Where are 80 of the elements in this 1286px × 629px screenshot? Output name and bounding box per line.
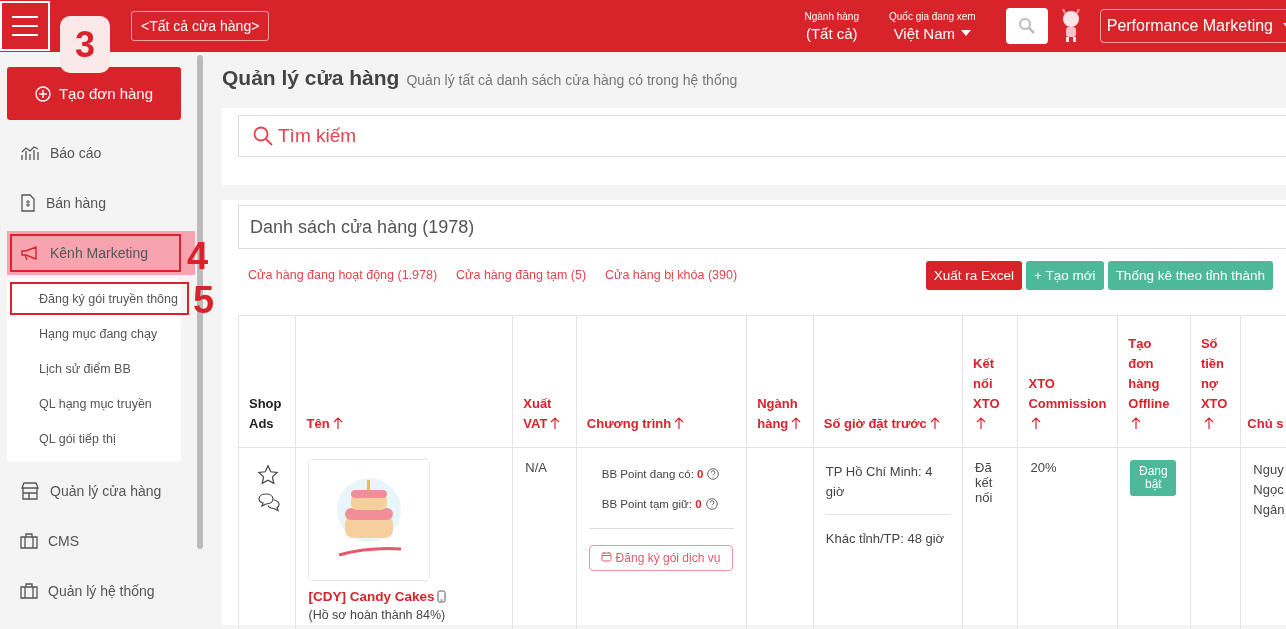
account-dropdown[interactable]: Performance Marketing bbox=[1099, 9, 1286, 43]
submenu-item[interactable]: Đăng ký gói truyền thông bbox=[7, 281, 181, 316]
sort-icon bbox=[929, 417, 940, 429]
table-cell: N/A bbox=[525, 460, 547, 475]
search-title: Tìm kiếm bbox=[278, 125, 357, 147]
caret-icon bbox=[961, 30, 972, 36]
filter-link[interactable]: Cửa hàng đăng tạm (5) bbox=[456, 268, 587, 282]
table-cell: Đã kết nối bbox=[975, 460, 993, 505]
plus-circle-icon bbox=[34, 85, 51, 102]
create-order-button[interactable]: Tạo đơn hàng bbox=[7, 67, 181, 120]
sort-icon bbox=[976, 417, 987, 429]
column-header[interactable]: Shop Ads bbox=[238, 315, 296, 448]
search-panel-header[interactable]: Tìm kiếm bbox=[238, 115, 1286, 157]
filter-link[interactable]: Cửa hàng bị khóa (390) bbox=[605, 268, 738, 282]
store-icon bbox=[20, 482, 40, 500]
briefcase-icon bbox=[20, 583, 38, 599]
column-header[interactable]: XTO Commission bbox=[1018, 315, 1118, 448]
shop-name[interactable]: [CDY] Candy Cakes bbox=[308, 589, 435, 604]
sort-icon bbox=[1203, 417, 1214, 429]
action-button[interactable]: Xuất ra Excel bbox=[925, 260, 1023, 290]
column-header[interactable]: Xuất VAT bbox=[512, 315, 577, 448]
column-header[interactable]: Số tiền nợ XTO bbox=[1190, 315, 1241, 448]
star-icon[interactable] bbox=[257, 464, 279, 486]
column-header[interactable]: Chương trình bbox=[576, 315, 747, 448]
help-icon[interactable] bbox=[707, 468, 720, 480]
nav-item[interactable]: Báo cáo bbox=[7, 128, 195, 178]
submenu-item[interactable]: QL gói tiếp thị bbox=[7, 421, 181, 456]
filter-link[interactable]: Cửa hàng đang hoạt động (1.978) bbox=[248, 268, 438, 282]
lead-time: TP Hồ Chí Minh: 4 giờ bbox=[825, 463, 934, 501]
search-icon bbox=[1017, 17, 1036, 35]
list-title: Danh sách cửa hàng (1978) bbox=[250, 216, 475, 238]
register-package-button[interactable]: Đăng ký gói dịch vụ bbox=[588, 545, 733, 571]
page-subtitle: Quản lý tất cả danh sách cửa hàng có trong hệ thống bbox=[406, 72, 738, 88]
chart-icon bbox=[20, 145, 40, 161]
column-header[interactable]: Kết nối XTO bbox=[962, 315, 1018, 448]
chat-icon[interactable] bbox=[257, 492, 281, 512]
nav-item[interactable]: Bán hàng bbox=[7, 178, 195, 228]
sort-icon bbox=[674, 417, 685, 429]
table-cell: 20% bbox=[1030, 460, 1057, 475]
sort-icon bbox=[332, 417, 343, 429]
owner-name-line: Ngọc bbox=[1253, 481, 1285, 499]
nav-item[interactable]: Quản lý hệ thống bbox=[7, 566, 195, 616]
industry-label: Ngành hàng bbox=[804, 10, 859, 22]
owner-name-line: Nguy bbox=[1253, 461, 1285, 479]
submenu-item[interactable]: QL hạng mục truyền bbox=[7, 386, 181, 421]
lead-time: Khác tỉnh/TP: 48 giờ bbox=[825, 514, 951, 561]
sort-icon bbox=[1131, 417, 1142, 429]
search-icon bbox=[253, 126, 273, 146]
submenu-item[interactable]: Hạng mục đang chạy bbox=[7, 316, 181, 351]
column-header[interactable]: Chủ s bbox=[1240, 315, 1286, 448]
search-button[interactable] bbox=[1005, 8, 1048, 44]
step-number: 3 bbox=[60, 16, 110, 73]
step-number: 5 bbox=[193, 278, 215, 323]
point-label: BB Point tạm giữ: 0 bbox=[601, 498, 702, 510]
help-icon[interactable] bbox=[705, 498, 718, 510]
phone-icon bbox=[436, 590, 446, 603]
submenu-item[interactable]: Lịch sử điểm BB bbox=[7, 351, 181, 386]
nav-item[interactable]: Quản lý cửa hàng bbox=[7, 466, 195, 516]
column-header[interactable]: Ngành hàng bbox=[746, 315, 814, 448]
briefcase-icon bbox=[20, 533, 38, 549]
country-label: Quốc gia đang xem bbox=[889, 10, 976, 22]
document-icon bbox=[20, 194, 36, 212]
figure-icon[interactable] bbox=[1059, 9, 1082, 43]
page-title: Quản lý cửa hàng bbox=[222, 66, 400, 90]
store-selector[interactable]: <Tất cả cửa hàng> bbox=[131, 11, 270, 41]
calendar-icon bbox=[601, 551, 613, 562]
profile-completion: (Hồ sơ hoàn thành 84%) bbox=[308, 608, 447, 622]
country-dropdown[interactable]: Việt Nam bbox=[893, 24, 972, 42]
column-header[interactable]: Tên bbox=[295, 315, 513, 448]
column-header[interactable]: Số giờ đặt trước bbox=[813, 315, 963, 448]
sort-icon bbox=[791, 417, 802, 429]
sort-icon bbox=[1031, 417, 1042, 429]
megaphone-icon bbox=[20, 245, 40, 261]
column-header[interactable]: Tạo đơn hàng Offline bbox=[1117, 315, 1191, 448]
sort-icon bbox=[550, 417, 561, 429]
owner-name-line: Ngân bbox=[1253, 501, 1286, 519]
nav-item[interactable]: CMS bbox=[7, 516, 195, 566]
industry-value[interactable]: (Tất cả) bbox=[805, 24, 858, 42]
point-label: BB Point đang có: 0 bbox=[601, 468, 704, 480]
status-badge: Đang bật bbox=[1130, 460, 1177, 496]
